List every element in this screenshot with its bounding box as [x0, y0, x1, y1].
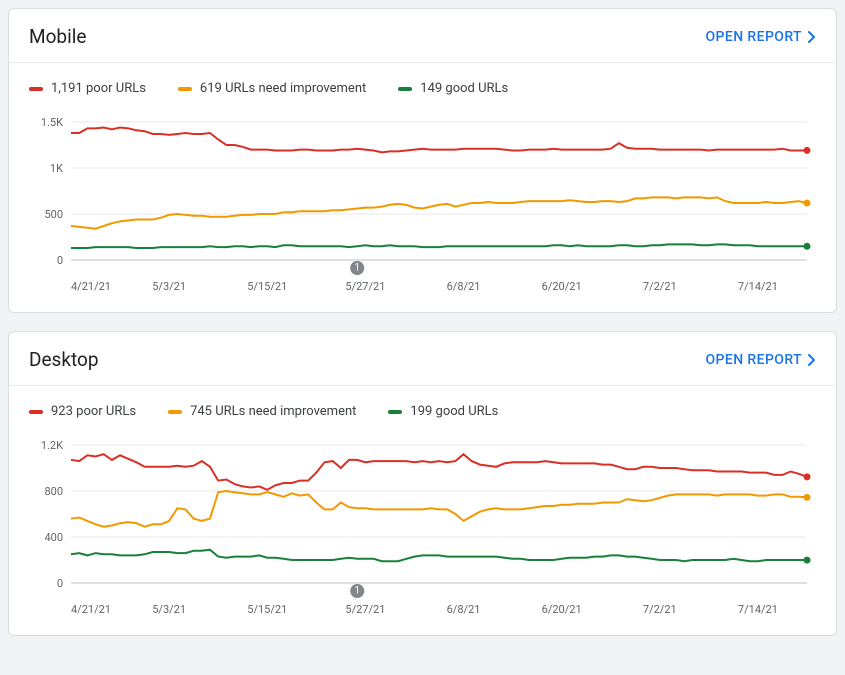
mobile-series-poor-endpoint — [804, 147, 811, 154]
desktop-series-good — [71, 550, 807, 562]
x-tick-label: 6/20/21 — [542, 280, 582, 293]
desktop-series-poor — [71, 454, 807, 490]
x-tick-label: 7/2/21 — [643, 280, 677, 293]
x-tick-label: 4/21/21 — [71, 280, 111, 293]
mobile-card-title: Mobile — [29, 25, 86, 48]
legend-swatch — [168, 410, 182, 414]
desktop-legend-item-good[interactable]: 199 good URLs — [388, 404, 498, 419]
x-tick-label: 6/20/21 — [542, 603, 582, 616]
y-tick-label: 500 — [44, 208, 63, 221]
x-tick-label: 5/15/21 — [247, 280, 287, 293]
mobile-chart-svg: 0 500 1K 1.5K 1 4/21/21 5/3/21 5/15/21 5/27/21 6/… — [29, 104, 819, 302]
chevron-right-icon — [808, 31, 816, 43]
x-tick-label: 7/14/21 — [738, 280, 778, 293]
mobile-legend-item-poor[interactable]: 1,191 poor URLs — [29, 81, 146, 96]
desktop-open-report-link[interactable]: OPEN REPORT — [706, 352, 816, 368]
legend-label: 1,191 poor URLs — [51, 81, 146, 96]
legend-label: 923 poor URLs — [51, 404, 136, 419]
desktop-annotation-label: 1 — [354, 586, 360, 597]
desktop-card: Desktop OPEN REPORT 923 poor URLs 745 URLs … — [8, 331, 837, 636]
y-tick-label: 1.5K — [41, 116, 63, 129]
legend-swatch — [29, 410, 43, 414]
x-tick-label: 5/3/21 — [152, 280, 186, 293]
x-tick-label: 6/8/21 — [447, 280, 481, 293]
open-report-label: OPEN REPORT — [706, 29, 802, 45]
mobile-series-good — [71, 244, 807, 248]
desktop-series-need-endpoint — [804, 494, 811, 501]
desktop-legend-item-poor[interactable]: 923 poor URLs — [29, 404, 136, 419]
legend-label: 149 good URLs — [420, 81, 508, 96]
desktop-chart-svg: 0 400 800 1.2K 1 4/21/21 5/3/21 5/15/21 5/27/21 6… — [29, 427, 819, 625]
legend-label: 619 URLs need improvement — [200, 81, 366, 96]
x-tick-label: 7/2/21 — [643, 603, 677, 616]
x-tick-label: 7/14/21 — [738, 603, 778, 616]
x-tick-label: 5/27/21 — [345, 603, 385, 616]
desktop-legend-item-need[interactable]: 745 URLs need improvement — [168, 404, 356, 419]
chevron-right-icon — [808, 354, 816, 366]
desktop-legend: 923 poor URLs 745 URLs need improvement 19… — [9, 386, 836, 425]
mobile-annotation-label: 1 — [354, 263, 360, 274]
mobile-legend: 1,191 poor URLs 619 URLs need improvement… — [9, 63, 836, 102]
desktop-card-header: Desktop OPEN REPORT — [9, 332, 836, 386]
y-tick-label: 1K — [50, 162, 63, 175]
open-report-label: OPEN REPORT — [706, 352, 802, 368]
legend-swatch — [29, 87, 43, 91]
mobile-legend-item-good[interactable]: 149 good URLs — [398, 81, 508, 96]
mobile-series-need-endpoint — [804, 200, 811, 207]
x-tick-label: 6/8/21 — [447, 603, 481, 616]
y-tick-label: 1.2K — [41, 439, 63, 452]
x-tick-label: 5/27/21 — [345, 280, 385, 293]
legend-swatch — [388, 410, 402, 414]
mobile-card: Mobile OPEN REPORT 1,191 poor URLs 619 URLs… — [8, 8, 837, 313]
desktop-card-title: Desktop — [29, 348, 99, 371]
mobile-series-need — [71, 197, 807, 228]
desktop-series-poor-endpoint — [804, 473, 811, 480]
desktop-series-need — [71, 491, 807, 527]
mobile-card-header: Mobile OPEN REPORT — [9, 9, 836, 63]
desktop-series-good-endpoint — [804, 557, 811, 564]
desktop-chart: 0 400 800 1.2K 1 4/21/21 5/3/21 5/15/21 5/27/21 6… — [9, 425, 836, 635]
mobile-chart: 0 500 1K 1.5K 1 4/21/21 5/3/21 5/15/21 5/27/21 6/… — [9, 102, 836, 312]
mobile-series-poor — [71, 128, 807, 153]
mobile-open-report-link[interactable]: OPEN REPORT — [706, 29, 816, 45]
legend-swatch — [398, 87, 412, 91]
legend-label: 199 good URLs — [410, 404, 498, 419]
y-tick-label: 400 — [44, 531, 63, 544]
y-tick-label: 0 — [57, 577, 63, 590]
x-tick-label: 4/21/21 — [71, 603, 111, 616]
legend-swatch — [178, 87, 192, 91]
legend-label: 745 URLs need improvement — [190, 404, 356, 419]
mobile-series-good-endpoint — [804, 243, 811, 250]
y-tick-label: 0 — [57, 254, 63, 267]
mobile-legend-item-need[interactable]: 619 URLs need improvement — [178, 81, 366, 96]
x-tick-label: 5/15/21 — [247, 603, 287, 616]
y-tick-label: 800 — [44, 485, 63, 498]
x-tick-label: 5/3/21 — [152, 603, 186, 616]
